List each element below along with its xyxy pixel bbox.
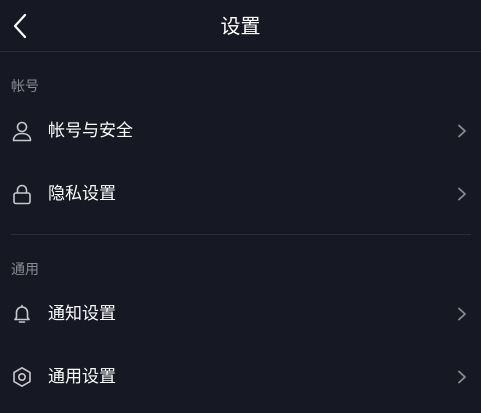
section-header-general: 通用 xyxy=(11,262,39,278)
row-label: 通知设置 xyxy=(48,304,116,324)
row-label: 隐私设置 xyxy=(48,184,116,204)
bell-icon xyxy=(14,304,30,323)
nav-bar: 设置 xyxy=(0,0,481,52)
back-button[interactable] xyxy=(4,8,36,44)
section-header-account: 帐号 xyxy=(11,79,39,95)
lock-icon xyxy=(13,184,31,205)
section-divider xyxy=(11,234,471,235)
chevron-right-icon xyxy=(458,370,466,384)
chevron-right-icon xyxy=(458,307,466,321)
gear-icon xyxy=(13,367,31,387)
row-privacy-settings[interactable]: 隐私设置 xyxy=(0,164,481,224)
row-label: 帐号与安全 xyxy=(48,121,133,141)
chevron-right-icon xyxy=(458,124,466,138)
page-title: 设置 xyxy=(220,14,261,38)
row-account-security[interactable]: 帐号与安全 xyxy=(0,101,481,161)
row-notification-settings[interactable]: 通知设置 xyxy=(0,284,481,344)
chevron-left-icon xyxy=(13,13,27,39)
chevron-right-icon xyxy=(458,187,466,201)
row-label: 通用设置 xyxy=(48,367,116,387)
user-icon xyxy=(12,121,32,142)
row-general-settings[interactable]: 通用设置 xyxy=(0,347,481,407)
